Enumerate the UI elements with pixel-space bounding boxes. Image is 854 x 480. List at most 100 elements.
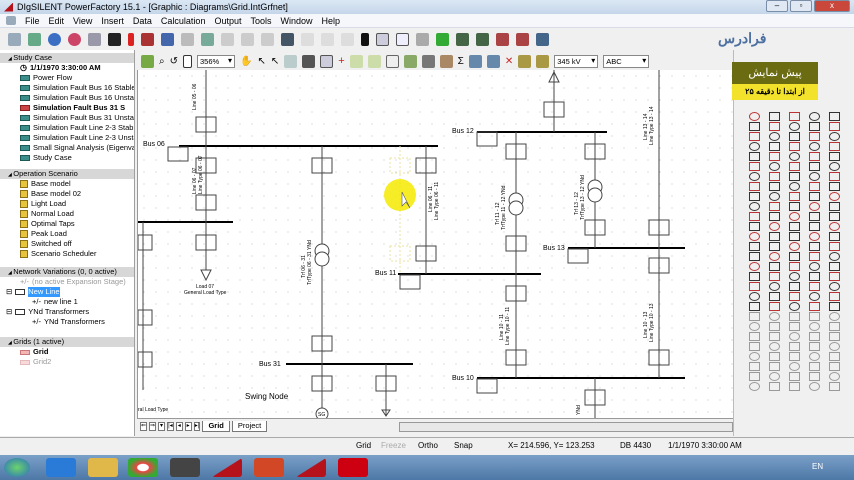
symbol-tool-icon[interactable] [769, 382, 780, 391]
report-icon[interactable] [88, 33, 101, 46]
nav-back-icon[interactable]: ⇐ [140, 422, 148, 431]
list-item[interactable]: Study Case [0, 153, 134, 163]
study-case-header[interactable]: Study Case [0, 53, 134, 63]
symbol-tool-icon[interactable] [769, 192, 780, 201]
symbol-tool-icon[interactable] [789, 132, 800, 141]
symbol-tool-icon[interactable] [829, 252, 840, 261]
acrobat-icon[interactable] [338, 458, 368, 477]
symbol-tool-icon[interactable] [809, 182, 820, 191]
disabled-tool-icon[interactable] [221, 33, 234, 46]
symbol-tool-icon[interactable] [829, 142, 840, 151]
list-item[interactable]: +/- new line 1 [0, 297, 134, 307]
collapse-icon[interactable]: ⊟ [6, 287, 12, 297]
symbol-tool-icon[interactable] [829, 192, 840, 201]
list-item[interactable]: Small Signal Analysis (Eigenval [0, 143, 134, 153]
symbol-tool-icon[interactable] [769, 322, 780, 331]
symbol-tool-icon[interactable] [809, 292, 820, 301]
symbol-tool-icon[interactable] [749, 212, 760, 221]
nav-down-icon[interactable]: ▾ [158, 422, 165, 431]
load-flow-icon[interactable] [48, 33, 61, 46]
menu-data[interactable]: Data [133, 16, 152, 26]
nav-prev-icon[interactable]: ◂ [175, 422, 183, 431]
list-item[interactable]: Simulation Fault Bus 16 Unstab [0, 93, 134, 103]
powerpoint-icon[interactable] [254, 458, 284, 477]
list-item[interactable]: ⊟ YNd Transformers [0, 307, 134, 317]
list-item[interactable]: Simulation Fault Bus 16 Stable [0, 83, 134, 93]
freeze-toggle[interactable]: Freeze [381, 441, 406, 450]
arrow-down-icon[interactable] [436, 33, 449, 46]
document-menu-icon[interactable] [6, 16, 16, 25]
explorer-icon[interactable] [88, 458, 118, 477]
symbol-tool-icon[interactable] [829, 112, 840, 121]
horizontal-scrollbar[interactable] [399, 421, 733, 432]
minimize-button[interactable]: – [766, 0, 788, 12]
symbol-tool-icon[interactable] [769, 272, 780, 281]
menu-output[interactable]: Output [214, 16, 241, 26]
print-icon[interactable] [302, 54, 316, 68]
symbol-tool-icon[interactable] [769, 342, 780, 351]
symbol-tool-icon[interactable] [789, 182, 800, 191]
symbol-tool-icon[interactable] [749, 312, 760, 321]
symbol-tool-icon[interactable] [809, 162, 820, 171]
graphic-icon[interactable] [284, 54, 298, 68]
symbol-tool-icon[interactable] [789, 162, 800, 171]
symbol-tool-icon[interactable] [769, 312, 780, 321]
symbol-tool-icon[interactable] [829, 232, 840, 241]
powerfactory-icon[interactable] [296, 458, 326, 477]
symbol-tool-icon[interactable] [749, 282, 760, 291]
ortho-toggle[interactable]: Ortho [418, 441, 438, 450]
symbol-tool-icon[interactable] [829, 342, 840, 351]
symbol-tool-icon[interactable] [789, 232, 800, 241]
symbol-tool-icon[interactable] [769, 282, 780, 291]
symbol-tool-icon[interactable] [789, 382, 800, 391]
symbol-tool-icon[interactable] [829, 272, 840, 281]
menu-help[interactable]: Help [322, 16, 341, 26]
symbol-tool-icon[interactable] [769, 152, 780, 161]
symbol-tool-icon[interactable] [829, 372, 840, 381]
list-item[interactable]: Grid2 [0, 357, 134, 367]
symbol-tool-icon[interactable] [829, 122, 840, 131]
disabled-tool-icon[interactable] [341, 33, 354, 46]
symbol-tool-icon[interactable] [829, 242, 840, 251]
menu-tools[interactable]: Tools [250, 16, 271, 26]
symbol-tool-icon[interactable] [789, 352, 800, 361]
symbol-tool-icon[interactable] [809, 372, 820, 381]
collapse-icon[interactable]: ⊟ [6, 307, 12, 317]
symbol-tool-icon[interactable] [809, 172, 820, 181]
symbol-tool-icon[interactable] [749, 132, 760, 141]
close-button[interactable]: x [814, 0, 850, 12]
symbol-tool-icon[interactable] [809, 302, 820, 311]
menu-calculation[interactable]: Calculation [161, 16, 206, 26]
symbol-tool-icon[interactable] [749, 242, 760, 251]
symbol-tool-icon[interactable] [769, 352, 780, 361]
symbol-tool-icon[interactable] [749, 152, 760, 161]
window-icon[interactable] [376, 33, 389, 46]
symbol-tool-icon[interactable] [829, 312, 840, 321]
network-variations-header[interactable]: Network Variations (0, 0 active) [0, 267, 134, 277]
page-view-icon[interactable] [183, 54, 192, 68]
symbol-tool-icon[interactable] [829, 352, 840, 361]
simulation-icon[interactable] [456, 33, 469, 46]
symbol-tool-icon[interactable] [749, 332, 760, 341]
symbol-tool-icon[interactable] [789, 122, 800, 131]
symbol-tool-icon[interactable] [749, 222, 760, 231]
save-icon[interactable] [281, 33, 294, 46]
symbol-tool-icon[interactable] [789, 302, 800, 311]
voltage-select[interactable]: 345 kV [554, 54, 599, 68]
list-item[interactable]: ◷ 1/1/1970 3:30:00 AM [0, 63, 134, 73]
results-icon[interactable] [201, 33, 214, 46]
app-icon[interactable] [170, 458, 200, 477]
list-item[interactable]: Base model 02 [0, 189, 134, 199]
tab-grid[interactable]: Grid [202, 421, 230, 432]
symbol-tool-icon[interactable] [769, 212, 780, 221]
symbol-tool-icon[interactable] [809, 142, 820, 151]
symbol-tool-icon[interactable] [789, 242, 800, 251]
tab-project[interactable]: Project [231, 421, 268, 432]
list-item-active[interactable]: Simulation Fault Bus 31 S [0, 103, 134, 113]
sigma-icon[interactable]: Σ [458, 56, 464, 67]
menu-view[interactable]: View [73, 16, 92, 26]
zoom-back-icon[interactable]: ↺ [170, 56, 178, 67]
text-style-select[interactable]: ABC [603, 54, 650, 68]
symbol-tool-icon[interactable] [809, 212, 820, 221]
symbol-tool-icon[interactable] [809, 152, 820, 161]
